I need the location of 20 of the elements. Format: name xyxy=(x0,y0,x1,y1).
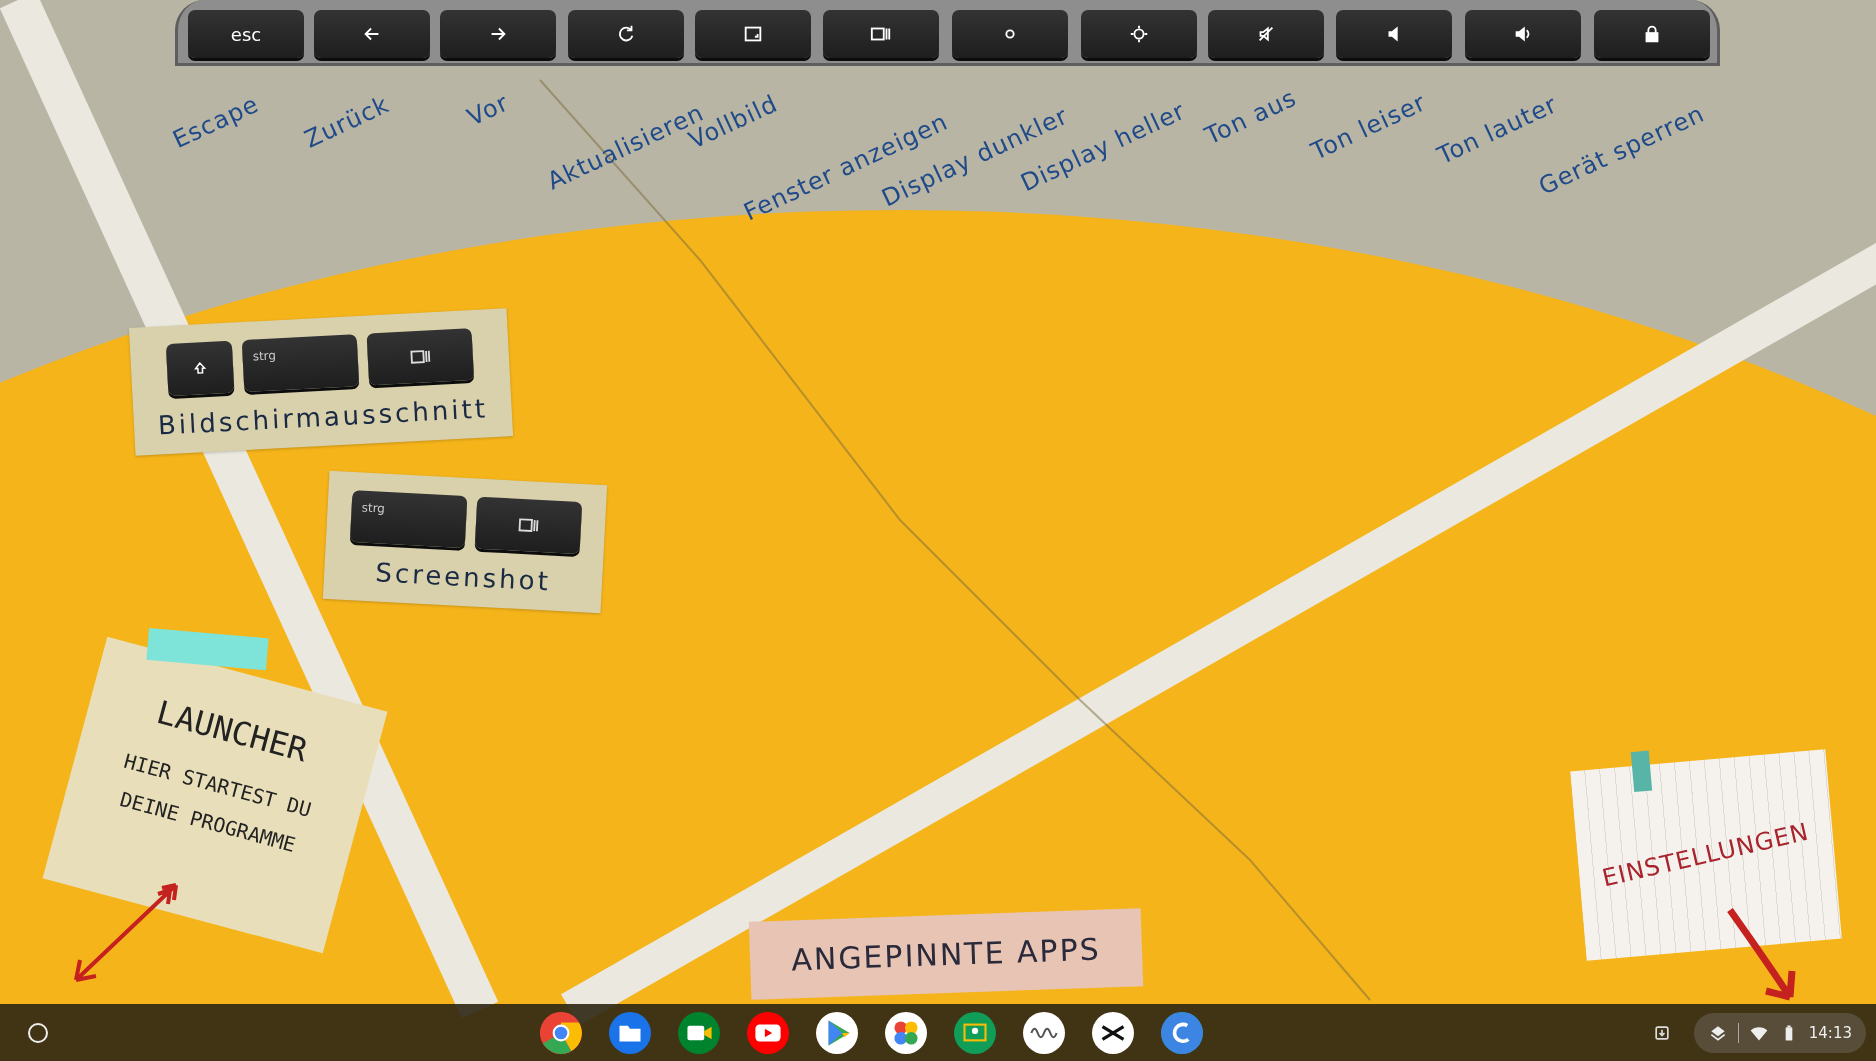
keyboard-key: esc xyxy=(188,10,304,58)
shortcut-caption: Bildschirmausschnitt xyxy=(157,393,489,441)
classroom-app-icon[interactable] xyxy=(954,1011,997,1054)
chrome-app-icon[interactable] xyxy=(540,1011,583,1054)
clip-icon xyxy=(1630,750,1653,792)
youtube-app-icon[interactable] xyxy=(747,1011,790,1054)
canva-app-icon[interactable] xyxy=(1161,1011,1204,1054)
clock-time: 14:13 xyxy=(1808,1023,1852,1042)
key-caption: Ton aus xyxy=(1200,83,1302,151)
files-app-icon[interactable] xyxy=(609,1011,652,1054)
keyboard-key: strg xyxy=(349,490,468,548)
shortcut-caption: Screenshot xyxy=(374,557,552,597)
wave-app-icon[interactable] xyxy=(1023,1011,1066,1054)
keyboard-key: strg xyxy=(241,334,360,392)
photos-app-icon[interactable] xyxy=(885,1011,928,1054)
play-app-icon[interactable] xyxy=(816,1011,859,1054)
meet-app-icon[interactable] xyxy=(678,1011,721,1054)
label-text: ANGEPINNTE APPS xyxy=(790,931,1102,977)
status-area[interactable]: 14:13 xyxy=(1693,1012,1866,1053)
key-caption: Vor xyxy=(463,88,513,132)
